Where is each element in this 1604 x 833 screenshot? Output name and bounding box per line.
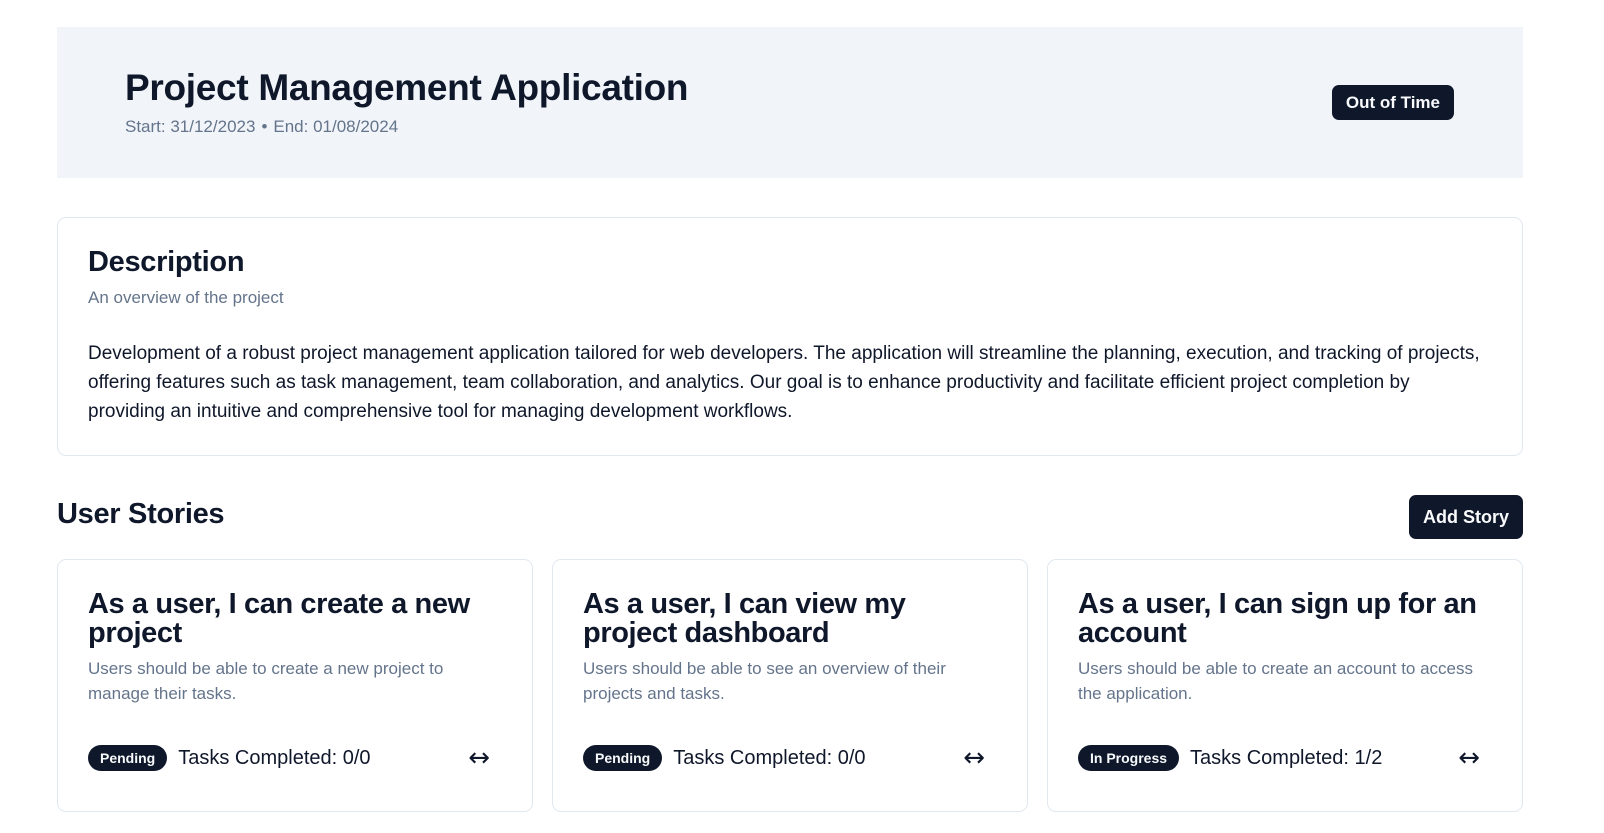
story-status-badge: In Progress — [1078, 745, 1180, 771]
add-story-button[interactable]: Add Story — [1408, 495, 1523, 539]
expand-arrows-icon[interactable]: ↔ — [468, 745, 490, 771]
story-tasks-completed: Tasks Completed: 0/0 — [673, 746, 866, 769]
story-description: Users should be able to see an overview … — [583, 659, 946, 703]
description-body: Development of a robust project manageme… — [88, 343, 1480, 422]
project-header: Project Management Application Start: 31… — [57, 27, 1523, 178]
expand-arrows-icon[interactable]: ↔ — [1458, 745, 1480, 771]
start-date: Start: 31/12/2023 — [125, 117, 256, 136]
story-description: Users should be able to create an accoun… — [1078, 659, 1474, 703]
description-subtitle: An overview of the project — [88, 288, 284, 307]
story-tasks-completed: Tasks Completed: 1/2 — [1190, 746, 1383, 769]
project-dates: Start: 31/12/2023 • End: 01/08/2024 — [125, 117, 398, 137]
story-title: As a user, I can create a new project — [88, 588, 470, 649]
date-separator: • — [261, 117, 268, 136]
story-card[interactable]: As a user, I can create a new project Us… — [57, 559, 533, 812]
project-status-badge: Out of Time — [1331, 85, 1454, 120]
story-title: As a user, I can sign up for an account — [1078, 588, 1477, 649]
story-status-badge: Pending — [583, 745, 663, 771]
expand-arrows-icon[interactable]: ↔ — [963, 745, 985, 771]
project-page: Project Management Application Start: 31… — [0, 0, 1604, 833]
story-footer: Pending Tasks Completed: 0/0 ↔ — [88, 745, 502, 771]
story-description: Users should be able to create a new pro… — [88, 659, 444, 703]
story-card[interactable]: As a user, I can view my project dashboa… — [552, 559, 1028, 812]
project-title: Project Management Application — [125, 67, 689, 108]
story-title: As a user, I can view my project dashboa… — [583, 588, 906, 649]
story-card[interactable]: As a user, I can sign up for an account … — [1047, 559, 1523, 812]
story-tasks-completed: Tasks Completed: 0/0 — [178, 746, 371, 769]
user-stories-title: User Stories — [57, 498, 225, 530]
story-footer: In Progress Tasks Completed: 1/2 ↔ — [1078, 745, 1492, 771]
description-title: Description — [88, 246, 245, 278]
story-status-badge: Pending — [88, 745, 168, 771]
end-date: End: 01/08/2024 — [273, 117, 399, 136]
story-footer: Pending Tasks Completed: 0/0 ↔ — [583, 745, 997, 771]
description-card: Description An overview of the project D… — [57, 217, 1523, 456]
